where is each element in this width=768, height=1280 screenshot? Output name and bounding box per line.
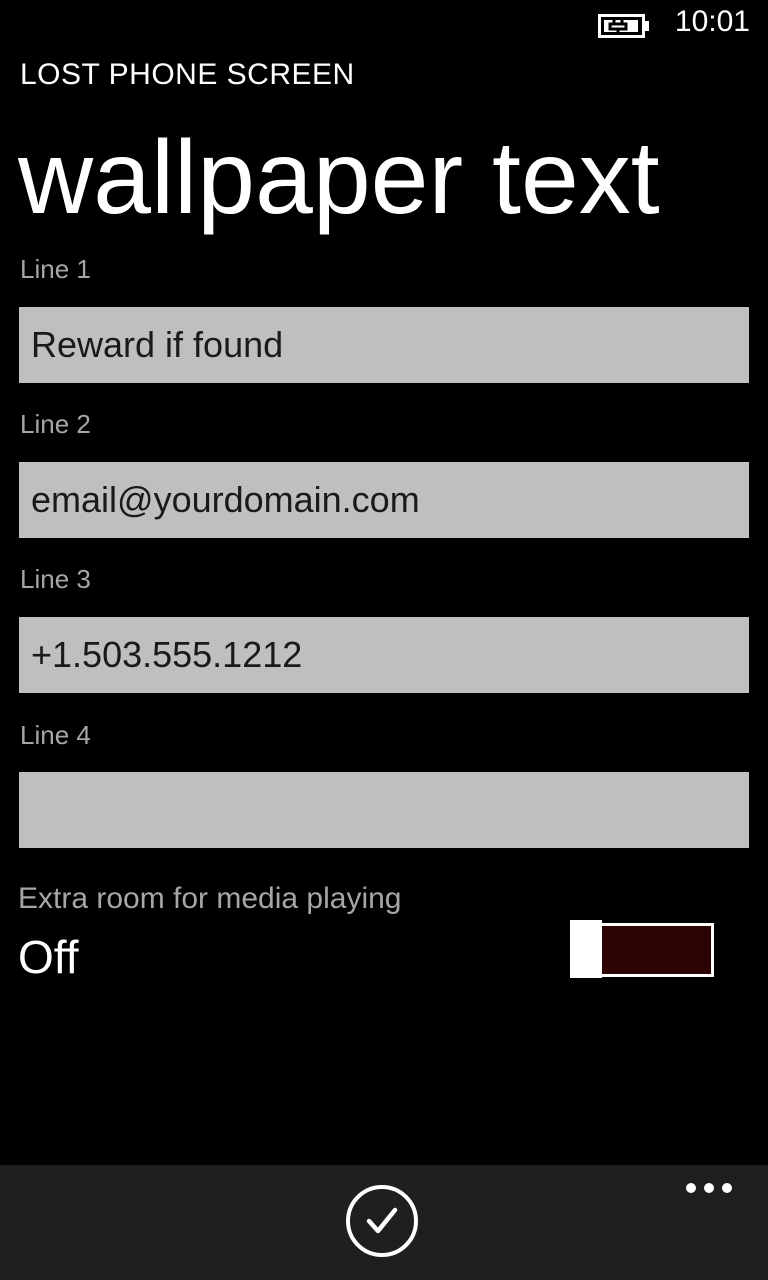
line3-input[interactable]: +1.503.555.1212	[19, 617, 749, 693]
line1-label: Line 1	[20, 254, 91, 284]
battery-charging-icon	[598, 14, 649, 38]
app-title: LOST PHONE SCREEN	[20, 58, 355, 91]
line2-input[interactable]: email@yourdomain.com	[19, 462, 749, 538]
screen: 10:01 LOST PHONE SCREEN wallpaper text L…	[0, 0, 768, 1280]
more-icon[interactable]	[686, 1183, 734, 1197]
save-check-button[interactable]	[346, 1185, 418, 1257]
toggle-track	[598, 923, 714, 977]
check-icon	[366, 1207, 398, 1234]
line4-label: Line 4	[20, 720, 91, 750]
line3-label: Line 3	[20, 564, 91, 594]
page-title: wallpaper text	[18, 120, 660, 236]
media-room-toggle-switch[interactable]	[568, 920, 714, 978]
line1-input[interactable]: Reward if found	[19, 307, 749, 383]
app-bar	[0, 1165, 768, 1280]
media-room-toggle-label: Extra room for media playing	[18, 882, 402, 915]
line2-label: Line 2	[20, 409, 91, 439]
status-clock: 10:01	[674, 5, 750, 38]
status-bar: 10:01	[0, 0, 768, 48]
line4-input[interactable]	[19, 772, 749, 848]
toggle-thumb[interactable]	[570, 920, 602, 978]
media-room-toggle-state: Off	[18, 931, 79, 983]
